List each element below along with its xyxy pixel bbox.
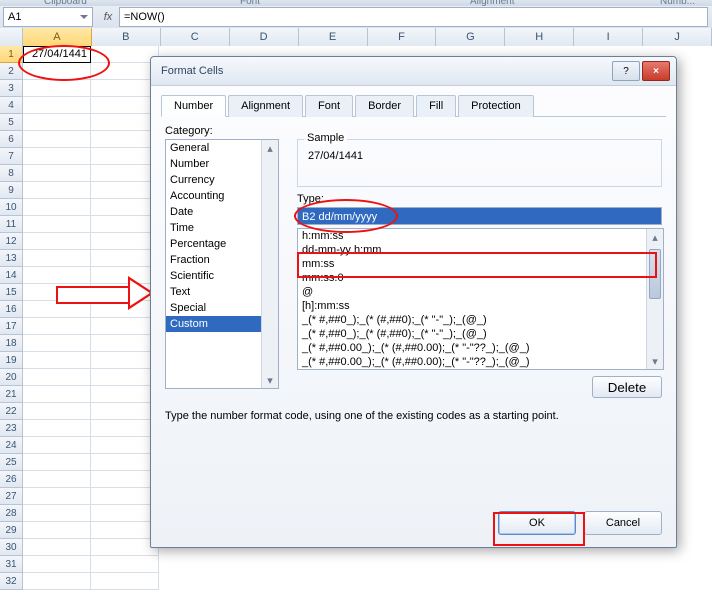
delete-button[interactable]: Delete bbox=[592, 376, 662, 398]
chevron-down-icon[interactable]: ▾ bbox=[647, 353, 663, 369]
column-header-j[interactable]: J bbox=[643, 28, 712, 46]
type-item[interactable]: [h]:mm:ss bbox=[298, 299, 663, 313]
row-header[interactable]: 28 bbox=[0, 505, 23, 522]
close-button[interactable]: × bbox=[642, 61, 670, 81]
row-header[interactable]: 19 bbox=[0, 352, 23, 369]
tab-protection[interactable]: Protection bbox=[458, 95, 534, 117]
name-box[interactable]: A1 bbox=[3, 7, 93, 27]
chevron-up-icon[interactable]: ▴ bbox=[262, 140, 278, 156]
type-item[interactable]: _(* #,##0_);_(* (#,##0);_(* "-"_);_(@_) bbox=[298, 313, 663, 327]
row-header[interactable]: 9 bbox=[0, 182, 23, 199]
formula-bar-row: A1 fx =NOW() bbox=[0, 6, 712, 29]
type-item-selected[interactable]: B2 dd/mm/yyyy bbox=[298, 369, 663, 370]
formula-input[interactable]: =NOW() bbox=[119, 7, 708, 27]
row-header[interactable]: 30 bbox=[0, 539, 23, 556]
row-header[interactable]: 1 bbox=[0, 46, 23, 63]
row-header[interactable]: 16 bbox=[0, 301, 23, 318]
cell-a1[interactable]: 27/04/1441 bbox=[23, 46, 91, 63]
row-header[interactable]: 25 bbox=[0, 454, 23, 471]
row-header[interactable]: 23 bbox=[0, 420, 23, 437]
chevron-up-icon[interactable]: ▴ bbox=[647, 229, 663, 245]
type-item[interactable]: _(* #,##0_);_(* (#,##0);_(* "-"_);_(@_) bbox=[298, 327, 663, 341]
tab-fill[interactable]: Fill bbox=[416, 95, 456, 117]
column-header-a[interactable]: A bbox=[23, 28, 92, 46]
scrollbar[interactable]: ▴ ▾ bbox=[646, 229, 663, 369]
row-header[interactable]: 17 bbox=[0, 318, 23, 335]
row-header[interactable]: 31 bbox=[0, 556, 23, 573]
type-item[interactable]: _(* #,##0.00_);_(* (#,##0.00);_(* "-"??_… bbox=[298, 341, 663, 355]
name-box-value: A1 bbox=[8, 11, 21, 23]
type-item[interactable]: mm:ss bbox=[298, 257, 663, 271]
row-header[interactable]: 6 bbox=[0, 131, 23, 148]
type-item[interactable]: h:mm:ss bbox=[298, 229, 663, 243]
chevron-down-icon[interactable]: ▾ bbox=[262, 372, 278, 388]
row-header[interactable]: 5 bbox=[0, 114, 23, 131]
row-header[interactable]: 26 bbox=[0, 471, 23, 488]
row-header[interactable]: 18 bbox=[0, 335, 23, 352]
row-header[interactable]: 8 bbox=[0, 165, 23, 182]
column-headers: A B C D E F G H I J bbox=[0, 28, 712, 47]
tab-border[interactable]: Border bbox=[355, 95, 414, 117]
type-input[interactable]: B2 dd/mm/yyyy bbox=[297, 207, 662, 225]
column-header-d[interactable]: D bbox=[230, 28, 299, 46]
type-label: Type: bbox=[297, 193, 662, 205]
dialog-title: Format Cells bbox=[161, 65, 610, 77]
column-header-i[interactable]: I bbox=[574, 28, 643, 46]
column-header-h[interactable]: H bbox=[505, 28, 574, 46]
type-list[interactable]: h:mm:ss dd-mm-yy h:mm mm:ss mm:ss.0 @ [h… bbox=[297, 228, 664, 370]
dialog-titlebar[interactable]: Format Cells ? × bbox=[151, 57, 676, 86]
row-header[interactable]: 2 bbox=[0, 63, 23, 80]
row-header[interactable]: 20 bbox=[0, 369, 23, 386]
type-item[interactable]: _(* #,##0.00_);_(* (#,##0.00);_(* "-"??_… bbox=[298, 355, 663, 369]
category-list[interactable]: General Number Currency Accounting Date … bbox=[165, 139, 279, 389]
column-header-f[interactable]: F bbox=[368, 28, 437, 46]
row-header[interactable]: 32 bbox=[0, 573, 23, 590]
row-header[interactable]: 13 bbox=[0, 250, 23, 267]
row-header[interactable]: 22 bbox=[0, 403, 23, 420]
tab-alignment[interactable]: Alignment bbox=[228, 95, 303, 117]
row-header[interactable]: 4 bbox=[0, 97, 23, 114]
tab-font[interactable]: Font bbox=[305, 95, 353, 117]
row-header[interactable]: 10 bbox=[0, 199, 23, 216]
row-header[interactable]: 11 bbox=[0, 216, 23, 233]
row-header[interactable]: 12 bbox=[0, 233, 23, 250]
row-header[interactable]: 7 bbox=[0, 148, 23, 165]
column-header-b[interactable]: B bbox=[92, 28, 161, 46]
category-label: Category: bbox=[165, 125, 662, 137]
hint-text: Type the number format code, using one o… bbox=[165, 398, 662, 422]
dialog-tabs: Number Alignment Font Border Fill Protec… bbox=[161, 94, 666, 117]
row-header[interactable]: 21 bbox=[0, 386, 23, 403]
sample-box: Sample 27/04/1441 bbox=[297, 139, 662, 187]
sample-value: 27/04/1441 bbox=[308, 150, 655, 162]
help-button[interactable]: ? bbox=[612, 61, 640, 81]
column-header-e[interactable]: E bbox=[299, 28, 368, 46]
column-header-g[interactable]: G bbox=[436, 28, 505, 46]
type-item[interactable]: @ bbox=[298, 285, 663, 299]
cancel-button[interactable]: Cancel bbox=[584, 511, 662, 535]
chevron-down-icon[interactable] bbox=[80, 15, 88, 19]
row-header[interactable]: 3 bbox=[0, 80, 23, 97]
type-item[interactable]: dd-mm-yy h:mm bbox=[298, 243, 663, 257]
scrollbar[interactable]: ▴ ▾ bbox=[261, 140, 278, 388]
scrollbar-thumb[interactable] bbox=[649, 249, 661, 299]
sample-label: Sample bbox=[304, 132, 347, 144]
tab-number[interactable]: Number bbox=[161, 95, 226, 117]
ok-button[interactable]: OK bbox=[498, 511, 576, 535]
row-header[interactable]: 14 bbox=[0, 267, 23, 284]
row-header[interactable]: 24 bbox=[0, 437, 23, 454]
fx-icon[interactable]: fx bbox=[99, 8, 117, 26]
row-header[interactable]: 29 bbox=[0, 522, 23, 539]
format-cells-dialog: Format Cells ? × Number Alignment Font B… bbox=[150, 56, 677, 548]
type-item[interactable]: mm:ss.0 bbox=[298, 271, 663, 285]
row-header[interactable]: 27 bbox=[0, 488, 23, 505]
select-all-corner[interactable] bbox=[0, 28, 23, 46]
row-header[interactable]: 15 bbox=[0, 284, 23, 301]
column-header-c[interactable]: C bbox=[161, 28, 230, 46]
